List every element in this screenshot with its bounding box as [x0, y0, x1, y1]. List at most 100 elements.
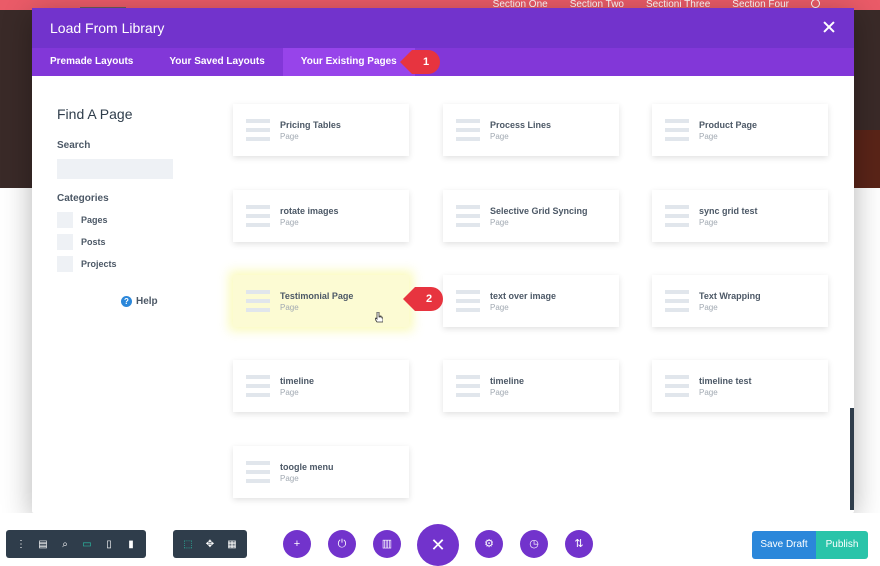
page-layout-icon — [246, 461, 270, 483]
zoom-icon[interactable]: ⌕ — [54, 533, 76, 555]
grid-icon[interactable]: ▦ — [221, 533, 243, 555]
search-label: Search — [57, 140, 91, 151]
category-label: Projects — [81, 259, 117, 269]
tab-existing-pages[interactable]: Your Existing Pages — [282, 48, 415, 76]
page-layout-icon — [456, 290, 480, 312]
builder-bottom-bar: ⋮ ▤ ⌕ ▭ ▯ ▮ ⬚ ✥ ▦ + ⏻ ▥ ✕ ⚙ ◷ ⇅ Save Dra… — [0, 513, 880, 566]
modal-header: Load From Library — [32, 8, 854, 48]
desktop-icon[interactable]: ▭ — [76, 533, 98, 555]
tab-saved-layouts[interactable]: Your Saved Layouts — [151, 48, 282, 76]
search-icon[interactable] — [811, 0, 820, 8]
tab-premade-layouts[interactable]: Premade Layouts — [32, 48, 151, 76]
callout-2: 2 — [403, 287, 443, 311]
page-type: Page — [490, 217, 509, 227]
page-type: Page — [280, 131, 299, 141]
page-name: Product Page — [699, 119, 758, 130]
page-layout-icon — [665, 119, 689, 141]
page-layout-icon — [665, 290, 689, 312]
tablet-icon[interactable]: ▯ — [98, 533, 120, 555]
category-posts[interactable]: Posts — [57, 234, 207, 250]
category-checkbox[interactable] — [57, 256, 73, 272]
select-icon[interactable]: ⬚ — [177, 533, 199, 555]
page-card[interactable]: Selective Grid Syncing Page — [443, 190, 619, 242]
page-card[interactable]: Product Page Page — [652, 104, 828, 156]
page-type: Page — [280, 473, 299, 483]
page-card[interactable]: timeline Page — [443, 360, 619, 412]
save-draft-button[interactable]: Save Draft — [752, 531, 816, 559]
page-name: Process Lines — [490, 119, 552, 130]
view-mode-toolbar: ⋮ ▤ ⌕ ▭ ▯ ▮ — [6, 530, 146, 558]
page-type: Page — [490, 302, 509, 312]
close-icon[interactable] — [822, 20, 836, 34]
question-icon: ? — [121, 296, 132, 307]
page-card[interactable]: rotate images Page — [233, 190, 409, 242]
page-name: Testimonial Page — [280, 290, 354, 301]
page-card[interactable]: timeline test Page — [652, 360, 828, 412]
page-type: Page — [490, 131, 509, 141]
page-layout-icon — [246, 205, 270, 227]
page-name: toogle menu — [280, 461, 334, 472]
close-builder-button[interactable]: ✕ — [417, 524, 459, 566]
category-pages[interactable]: Pages — [57, 212, 207, 228]
sidebar-title: Find A Page — [57, 106, 133, 122]
load-from-library-modal: Load From Library Premade Layouts Your S… — [32, 8, 854, 513]
page-name: text over image — [490, 290, 557, 301]
sort-button[interactable]: ⇅ — [565, 530, 593, 558]
background-logo — [80, 0, 126, 8]
menu-icon[interactable]: ⋮ — [10, 533, 32, 555]
page-layout-icon — [246, 290, 270, 312]
search-input[interactable] — [57, 159, 173, 179]
phone-icon[interactable]: ▮ — [120, 533, 142, 555]
add-button[interactable]: + — [283, 530, 311, 558]
page-card[interactable]: Pricing Tables Page — [233, 104, 409, 156]
callout-1: 1 — [400, 50, 440, 74]
page-type: Page — [699, 217, 718, 227]
help-link[interactable]: ? Help — [121, 296, 158, 307]
page-card[interactable]: Process Lines Page — [443, 104, 619, 156]
category-checkbox[interactable] — [57, 212, 73, 228]
page-layout-icon — [665, 375, 689, 397]
category-projects[interactable]: Projects — [57, 256, 207, 272]
page-name: Pricing Tables — [280, 119, 341, 130]
page-card[interactable]: timeline Page — [233, 360, 409, 412]
publish-button[interactable]: Publish — [816, 531, 868, 559]
page-layout-icon — [456, 205, 480, 227]
page-card[interactable]: sync grid test Page — [652, 190, 828, 242]
category-checkbox[interactable] — [57, 234, 73, 250]
page-name: timeline — [280, 375, 315, 386]
page-type: Page — [280, 302, 299, 312]
scrollbar[interactable] — [850, 408, 854, 510]
page-name: rotate images — [280, 205, 339, 216]
page-name: timeline — [490, 375, 525, 386]
background-image-edge — [852, 130, 880, 188]
page-layout-icon — [456, 119, 480, 141]
page-layout-icon — [665, 205, 689, 227]
wireframe-icon[interactable]: ▤ — [32, 533, 54, 555]
history-button[interactable]: ◷ — [520, 530, 548, 558]
categories-label: Categories — [57, 193, 109, 204]
power-button[interactable]: ⏻ — [328, 530, 356, 558]
trash-button[interactable]: ▥ — [373, 530, 401, 558]
page-type: Page — [699, 302, 718, 312]
page-type: Page — [699, 387, 718, 397]
modal-tabs: Premade Layouts Your Saved Layouts Your … — [32, 48, 854, 76]
page-type: Page — [280, 387, 299, 397]
category-label: Pages — [81, 215, 108, 225]
page-name: Text Wrapping — [699, 290, 761, 301]
page-card-highlighted[interactable]: Testimonial Page Page — [233, 275, 409, 327]
callout-number: 1 — [412, 50, 440, 74]
page-card[interactable]: toogle menu Page — [233, 446, 409, 498]
help-label: Help — [136, 296, 158, 307]
hover-icon[interactable]: ✥ — [199, 533, 221, 555]
callout-number: 2 — [415, 287, 443, 311]
page-layout-icon — [246, 375, 270, 397]
category-label: Posts — [81, 237, 106, 247]
page-card[interactable]: text over image Page — [443, 275, 619, 327]
page-layout-icon — [456, 375, 480, 397]
settings-button[interactable]: ⚙ — [475, 530, 503, 558]
page-type: Page — [490, 387, 509, 397]
modal-title: Load From Library — [50, 20, 165, 36]
page-layout-icon — [246, 119, 270, 141]
page-card[interactable]: Text Wrapping Page — [652, 275, 828, 327]
page-type: Page — [280, 217, 299, 227]
